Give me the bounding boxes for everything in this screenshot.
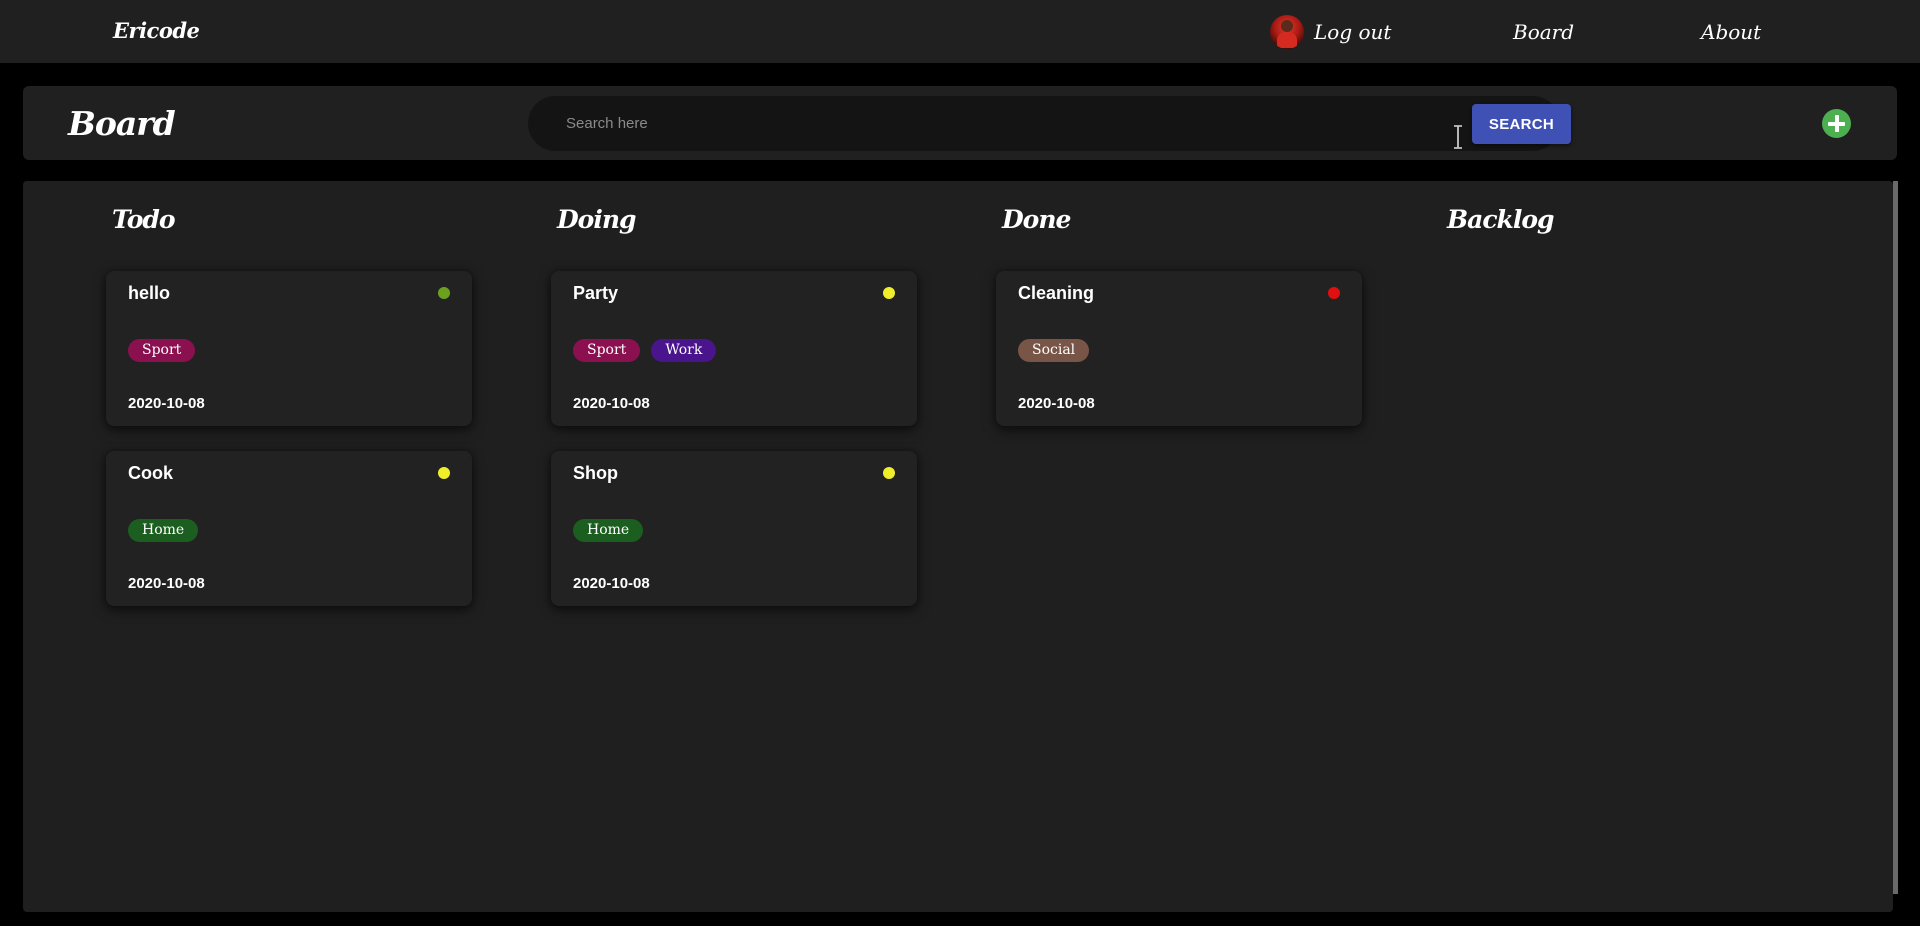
column-todo: Todo hello Sport 2020-10-08 Cook Home 20… — [106, 205, 472, 631]
column-done: Done Cleaning Social 2020-10-08 — [996, 205, 1362, 451]
tag-list: Home — [573, 519, 644, 542]
tag-chip[interactable]: Sport — [128, 339, 196, 362]
tag-chip[interactable]: Work — [651, 339, 717, 362]
tag-chip[interactable]: Home — [573, 519, 644, 542]
column-title: Doing — [557, 205, 637, 234]
card-title: Cleaning — [1018, 283, 1095, 303]
card-list: Cleaning Social 2020-10-08 — [996, 271, 1362, 426]
task-card[interactable]: hello Sport 2020-10-08 — [106, 271, 472, 426]
tag-list: Sport — [128, 339, 196, 362]
text-cursor-icon — [1454, 125, 1462, 149]
tag-chip[interactable]: Sport — [573, 339, 641, 362]
card-title: Shop — [573, 463, 618, 483]
tag-chip[interactable]: Social — [1018, 339, 1090, 362]
tag-list: Sport Work — [573, 339, 717, 362]
status-dot — [438, 287, 450, 299]
nav-link-about[interactable]: About — [1701, 20, 1761, 44]
status-dot — [438, 467, 450, 479]
card-date: 2020-10-08 — [573, 395, 650, 412]
search-button[interactable]: SEARCH — [1472, 104, 1571, 144]
card-date: 2020-10-08 — [1018, 395, 1095, 412]
search-input[interactable] — [528, 96, 1428, 151]
task-card[interactable]: Party Sport Work 2020-10-08 — [551, 271, 917, 426]
card-title: hello — [128, 283, 171, 303]
task-card[interactable]: Cook Home 2020-10-08 — [106, 451, 472, 606]
brand-logo[interactable]: Ericode — [113, 18, 200, 43]
vertical-scrollbar[interactable] — [1893, 181, 1898, 894]
card-title: Party — [573, 283, 619, 303]
status-dot — [1328, 287, 1340, 299]
tag-list: Home — [128, 519, 199, 542]
card-list: hello Sport 2020-10-08 Cook Home 2020-10… — [106, 271, 472, 606]
column-title: Todo — [112, 205, 176, 234]
column-title: Done — [1002, 205, 1071, 234]
status-dot — [883, 287, 895, 299]
status-dot — [883, 467, 895, 479]
card-date: 2020-10-08 — [128, 395, 205, 412]
board-header: Board SEARCH — [23, 86, 1897, 160]
user-menu[interactable]: Log out — [1270, 14, 1391, 50]
kanban-board: Todo hello Sport 2020-10-08 Cook Home 20… — [23, 181, 1893, 912]
avatar[interactable] — [1270, 15, 1304, 49]
card-title: Cook — [128, 463, 173, 483]
page-title: Board — [68, 104, 176, 143]
task-card[interactable]: Shop Home 2020-10-08 — [551, 451, 917, 606]
search-bar: SEARCH — [528, 96, 1571, 151]
tag-list: Social — [1018, 339, 1090, 362]
card-list: Party Sport Work 2020-10-08 Shop Home 20… — [551, 271, 917, 606]
column-doing: Doing Party Sport Work 2020-10-08 Shop H… — [551, 205, 917, 631]
column-backlog: Backlog — [1441, 205, 1807, 271]
card-date: 2020-10-08 — [128, 575, 205, 592]
plus-circle-icon[interactable] — [1822, 109, 1851, 138]
tag-chip[interactable]: Home — [128, 519, 199, 542]
column-title: Backlog — [1447, 205, 1555, 234]
task-card[interactable]: Cleaning Social 2020-10-08 — [996, 271, 1362, 426]
nav-link-board[interactable]: Board — [1513, 20, 1574, 44]
card-date: 2020-10-08 — [573, 575, 650, 592]
top-navbar: Ericode Log out Board About — [0, 0, 1920, 63]
logout-link[interactable]: Log out — [1314, 20, 1391, 44]
